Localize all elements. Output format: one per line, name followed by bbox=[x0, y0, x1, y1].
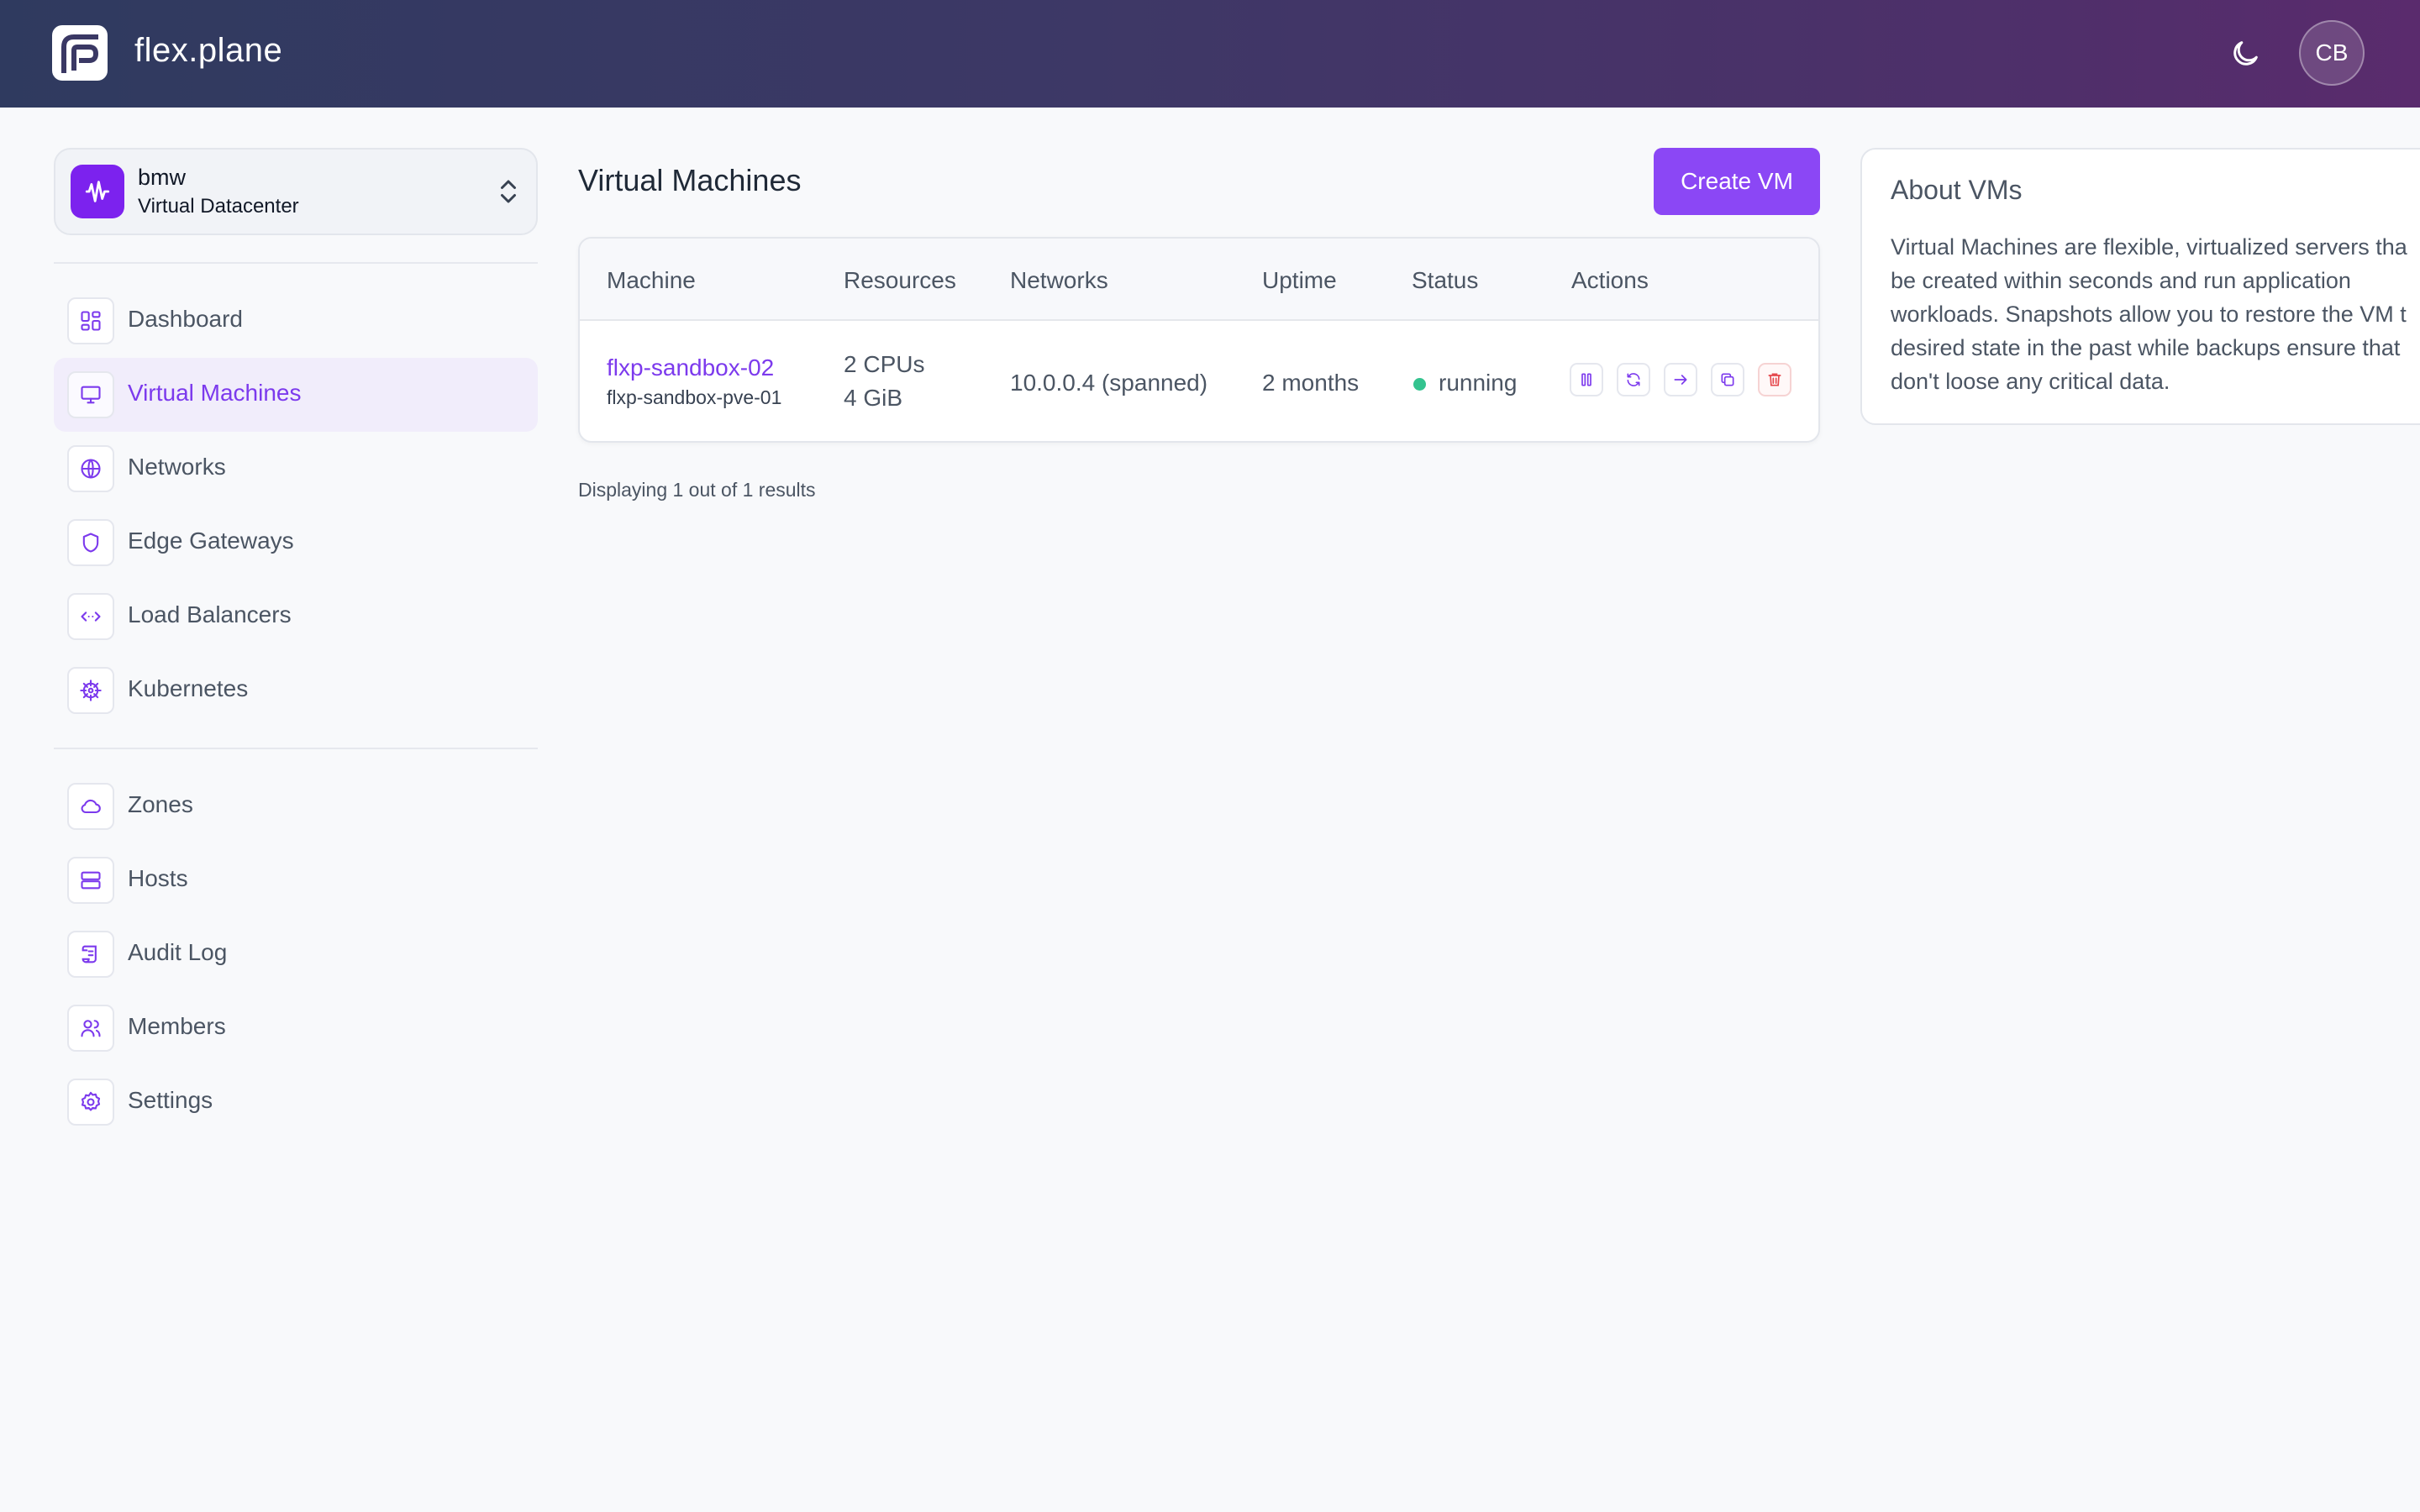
vm-name-link[interactable]: flxp-sandbox-02 bbox=[607, 354, 774, 381]
table-header: Machine Resources Networks Uptime Status… bbox=[580, 239, 1818, 321]
migrate-vm-button[interactable] bbox=[1664, 363, 1697, 396]
datacenter-name: bmw bbox=[138, 165, 187, 190]
shield-icon bbox=[67, 519, 114, 566]
about-title: About VMs bbox=[1891, 175, 2023, 205]
users-icon bbox=[67, 1005, 114, 1052]
sidebar-item-kubernetes[interactable]: Kubernetes bbox=[54, 654, 538, 727]
sidebar-item-label: Hosts bbox=[128, 865, 188, 891]
clone-vm-button[interactable] bbox=[1711, 363, 1744, 396]
column-header-machine: Machine bbox=[607, 267, 696, 293]
delete-vm-button[interactable] bbox=[1758, 363, 1791, 396]
vm-network: 10.0.0.4 (spanned) bbox=[1010, 370, 1208, 396]
sidebar-item-virtual-machines[interactable]: Virtual Machines bbox=[54, 358, 538, 432]
user-avatar[interactable]: CB bbox=[2299, 20, 2365, 86]
vm-cpus: 2 CPUs bbox=[844, 351, 925, 377]
trash-icon bbox=[1768, 373, 1781, 386]
sidebar-item-label: Virtual Machines bbox=[128, 380, 302, 406]
vm-table: Machine Resources Networks Uptime Status… bbox=[578, 237, 1820, 443]
code-arrows-icon bbox=[67, 593, 114, 640]
sidebar-divider bbox=[54, 748, 538, 749]
vm-memory: 4 GiB bbox=[844, 385, 903, 411]
datacenter-type: Virtual Datacenter bbox=[138, 195, 299, 218]
sidebar-item-label: Members bbox=[128, 1013, 226, 1039]
waveform-icon bbox=[71, 165, 124, 218]
status-badge: running bbox=[1439, 370, 1518, 396]
sidebar-item-zones[interactable]: Zones bbox=[54, 769, 538, 843]
cloud-icon bbox=[67, 783, 114, 830]
pause-icon bbox=[1581, 373, 1591, 386]
sidebar-item-edge-gateways[interactable]: Edge Gateways bbox=[54, 506, 538, 580]
flexplane-logo-icon[interactable] bbox=[52, 25, 108, 81]
globe-icon bbox=[67, 445, 114, 492]
sidebar-divider bbox=[54, 262, 538, 264]
page-title: Virtual Machines bbox=[578, 163, 802, 197]
about-vms-card: About VMs Virtual Machines are flexible,… bbox=[1860, 148, 2420, 425]
sidebar-item-dashboard[interactable]: Dashboard bbox=[54, 284, 538, 358]
vm-uptime: 2 months bbox=[1262, 370, 1360, 396]
sidebar-item-label: Dashboard bbox=[128, 306, 243, 332]
dashboard-icon bbox=[67, 297, 114, 344]
sidebar-item-hosts[interactable]: Hosts bbox=[54, 843, 538, 917]
sidebar-item-networks[interactable]: Networks bbox=[54, 432, 538, 506]
scroll-icon bbox=[67, 931, 114, 978]
server-icon bbox=[67, 857, 114, 904]
sidebar-item-label: Settings bbox=[128, 1087, 213, 1113]
sidebar-item-audit-log[interactable]: Audit Log bbox=[54, 917, 538, 991]
sidebar-item-label: Zones bbox=[128, 791, 193, 817]
results-count: Displaying 1 out of 1 results bbox=[578, 479, 816, 501]
create-vm-button[interactable]: Create VM bbox=[1654, 148, 1820, 215]
restart-vm-button[interactable] bbox=[1617, 363, 1650, 396]
sidebar-item-label: Edge Gateways bbox=[128, 528, 294, 554]
copy-icon bbox=[1721, 373, 1734, 386]
about-description: Virtual Machines are flexible, virtualiz… bbox=[1891, 234, 2407, 394]
helm-wheel-icon bbox=[67, 667, 114, 714]
pause-vm-button[interactable] bbox=[1570, 363, 1603, 396]
gear-icon bbox=[67, 1079, 114, 1126]
sidebar-item-label: Load Balancers bbox=[128, 601, 292, 627]
status-dot bbox=[1413, 378, 1426, 391]
column-header-resources: Resources bbox=[844, 267, 956, 293]
datacenter-selector[interactable]: bmw Virtual Datacenter bbox=[54, 148, 538, 235]
brand-name[interactable]: flex.plane bbox=[134, 32, 282, 70]
vm-host: flxp-sandbox-pve-01 bbox=[607, 386, 782, 408]
monitor-icon bbox=[67, 371, 114, 418]
arrow-right-icon bbox=[1674, 375, 1687, 385]
sidebar-item-settings[interactable]: Settings bbox=[54, 1065, 538, 1139]
chevron-up-down-icon bbox=[501, 180, 516, 203]
sidebar-item-load-balancers[interactable]: Load Balancers bbox=[54, 580, 538, 654]
top-bar: flex.plane CB bbox=[0, 0, 2420, 108]
sidebar-item-label: Networks bbox=[128, 454, 226, 480]
sidebar-item-label: Kubernetes bbox=[128, 675, 249, 701]
sidebar-item-members[interactable]: Members bbox=[54, 991, 538, 1065]
column-header-actions: Actions bbox=[1571, 267, 1649, 293]
column-header-status: Status bbox=[1412, 267, 1479, 293]
refresh-icon bbox=[1627, 373, 1640, 386]
sidebar-item-label: Audit Log bbox=[128, 939, 228, 965]
column-header-networks: Networks bbox=[1010, 267, 1108, 293]
column-header-uptime: Uptime bbox=[1262, 267, 1337, 293]
moon-icon[interactable] bbox=[2228, 37, 2262, 71]
